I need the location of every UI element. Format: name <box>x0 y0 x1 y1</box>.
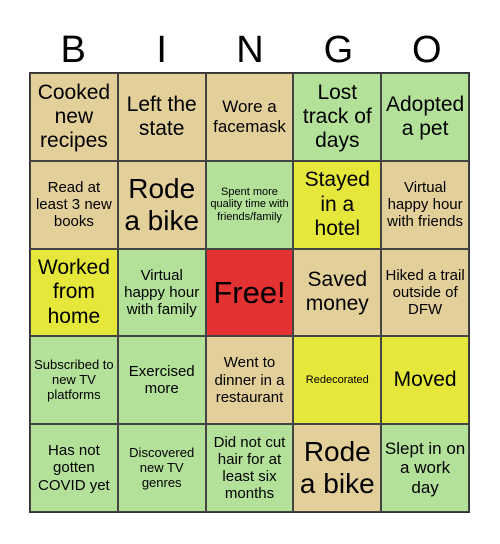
bingo-cell[interactable]: Wore a facemask <box>205 73 294 161</box>
bingo-cell[interactable]: Rode a bike <box>293 424 382 512</box>
bingo-cell[interactable]: Redecorated <box>293 336 382 425</box>
free-space-cell[interactable]: Free! <box>205 248 294 337</box>
bingo-cell[interactable]: Has not gotten COVID yet <box>30 424 118 512</box>
bingo-cell[interactable]: Discovered new TV genres <box>117 424 206 512</box>
bingo-cell[interactable]: Did not cut hair for at least six months <box>205 424 294 512</box>
bingo-cell[interactable]: Hiked a trail outside of DFW <box>381 248 469 337</box>
bingo-cell[interactable]: Slept in on a work day <box>381 424 469 512</box>
bingo-cell[interactable]: Rode a bike <box>117 160 206 249</box>
header-letter-g: G <box>323 29 354 71</box>
bingo-cell[interactable]: Read at least 3 new books <box>30 160 118 249</box>
header-letter-i: I <box>156 29 167 71</box>
bingo-cell[interactable]: Worked from home <box>30 248 118 337</box>
header-letter-o: O <box>412 29 442 71</box>
bingo-cell[interactable]: Subscribed to new TV platforms <box>30 336 118 425</box>
bingo-header: B I N G O <box>29 28 471 72</box>
bingo-cell[interactable]: Virtual happy hour with friends <box>381 160 469 249</box>
bingo-cell[interactable]: Cooked new recipes <box>30 73 118 161</box>
bingo-grid: Cooked new recipes Left the state Wore a f… <box>29 72 470 513</box>
bingo-cell[interactable]: Exercised more <box>117 336 206 425</box>
bingo-cell[interactable]: Adopted a pet <box>381 73 469 161</box>
bingo-cell[interactable]: Moved <box>381 336 469 425</box>
bingo-cell[interactable]: Stayed in a hotel <box>293 160 382 249</box>
bingo-cell[interactable]: Virtual happy hour with family <box>117 248 206 337</box>
bingo-cell[interactable]: Saved money <box>293 248 382 337</box>
bingo-cell[interactable]: Lost track of days <box>293 73 382 161</box>
header-letter-n: N <box>236 29 264 71</box>
bingo-cell[interactable]: Spent more quality time with friends/fam… <box>205 160 294 249</box>
bingo-cell[interactable]: Left the state <box>117 73 206 161</box>
bingo-cell[interactable]: Went to dinner in a restaurant <box>205 336 294 425</box>
header-letter-b: B <box>60 29 86 71</box>
